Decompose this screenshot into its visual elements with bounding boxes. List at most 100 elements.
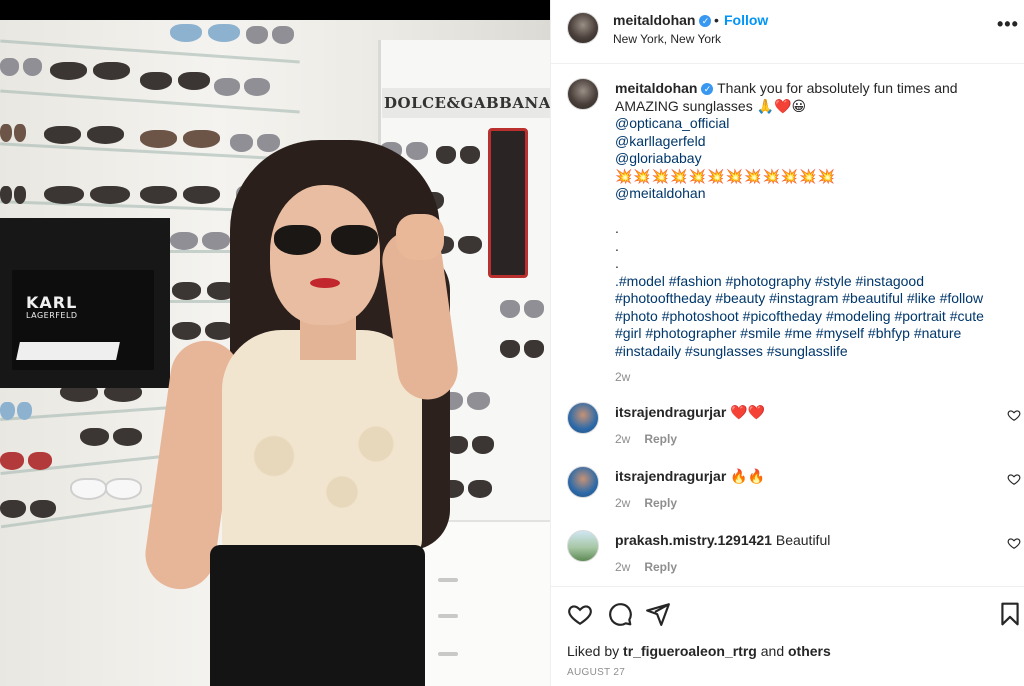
comment-text: itsrajendragurjar 🔥🔥	[615, 468, 765, 485]
caption-text: Thank you for absolutely fun times and	[717, 80, 958, 96]
person-face	[270, 185, 380, 325]
person-hand	[396, 214, 444, 260]
comment-time[interactable]: 2w	[615, 432, 630, 446]
liked-by-others-link[interactable]: others	[788, 643, 831, 659]
comment-username[interactable]: itsrajendragurjar	[615, 468, 726, 484]
logo-text-bottom: LAGERFELD	[26, 311, 78, 320]
emoji-group: 🙏❤️😀	[756, 97, 807, 114]
share-send-icon[interactable]	[645, 601, 671, 627]
sunglasses	[140, 186, 220, 204]
post-username-link[interactable]: meitaldohan ✓	[613, 12, 712, 28]
drawer-handle	[438, 578, 458, 582]
drawer-unit	[412, 520, 550, 686]
avatar[interactable]	[567, 78, 599, 110]
worn-sunglasses	[274, 225, 378, 255]
mention-link[interactable]: @opticana_official	[615, 115, 1010, 133]
follow-button[interactable]: Follow	[724, 12, 768, 28]
sunglasses	[214, 78, 270, 96]
sunglasses	[0, 58, 42, 76]
bookmark-save-icon[interactable]	[997, 601, 1023, 627]
comment-username[interactable]: prakash.mistry.1291421	[615, 532, 772, 548]
separator-dot: •	[714, 12, 719, 28]
hashtag-line[interactable]: #instadaily #sunglasses #sunglasslife	[615, 343, 1010, 361]
verified-badge-icon: ✓	[699, 15, 712, 27]
avatar[interactable]	[567, 530, 599, 562]
sunglasses	[80, 428, 142, 446]
caption-username[interactable]: meitaldohan	[615, 80, 697, 96]
dot-line: .	[615, 255, 619, 271]
hashtag-line[interactable]: #photooftheday #beauty #instagram #beaut…	[615, 290, 1010, 308]
sunglasses	[172, 282, 236, 300]
post-header: meitaldohan ✓ • Follow New York, New York…	[551, 0, 1024, 64]
sunglasses	[140, 72, 210, 90]
comment-meta: 2w Reply	[615, 432, 677, 446]
lace-pattern	[240, 420, 410, 540]
comment-meta: 2w Reply	[615, 496, 677, 510]
location-link[interactable]: New York, New York	[613, 32, 721, 46]
reply-button[interactable]: Reply	[644, 432, 677, 446]
sunglasses	[230, 134, 280, 152]
avatar[interactable]	[567, 12, 599, 44]
comment-bubble-icon[interactable]	[607, 601, 633, 627]
hashtag-line[interactable]: #photo #photoshoot #picoftheday #modelin…	[615, 308, 1010, 326]
sunglasses	[172, 322, 234, 340]
reply-button[interactable]: Reply	[644, 560, 677, 574]
sunglasses	[446, 436, 494, 454]
comment-body: Beautiful	[775, 532, 831, 548]
comment-body: 🔥🔥	[730, 468, 766, 484]
heart-outline-icon[interactable]	[1007, 472, 1021, 486]
comment-time[interactable]: 2w	[615, 496, 630, 510]
comment-text: prakash.mistry.1291421 Beautiful	[615, 532, 830, 548]
reply-button[interactable]: Reply	[644, 496, 677, 510]
emoji-row: 💥💥💥💥💥💥💥💥💥💥💥💥	[615, 167, 837, 184]
avatar[interactable]	[567, 466, 599, 498]
comment-meta: 2w Reply	[615, 560, 677, 574]
sunglasses	[70, 478, 142, 500]
sunglasses	[44, 126, 124, 144]
sunglasses	[246, 26, 294, 44]
post-date[interactable]: AUGUST 27	[567, 667, 625, 678]
comment-time[interactable]: 2w	[615, 560, 630, 574]
comment-body: ❤️❤️	[730, 404, 766, 420]
photo-top-bar	[0, 0, 550, 20]
brand-sign: DOLCE&GABBANA	[382, 88, 550, 118]
comment-text: itsrajendragurjar ❤️❤️	[615, 404, 765, 421]
sunglasses	[0, 452, 52, 470]
heart-outline-icon[interactable]	[1007, 536, 1021, 550]
display-stand	[16, 342, 120, 360]
sunglasses	[500, 340, 544, 358]
verified-badge-icon: ✓	[701, 83, 714, 95]
action-bar: Liked by tr_figueroaleon_rtrg and others…	[551, 586, 1024, 686]
comment: itsrajendragurjar 🔥🔥 2w Reply	[567, 466, 1021, 526]
sunglasses	[0, 402, 32, 420]
caption-line: meitaldohan ✓ Thank you for absolutely fu…	[615, 80, 1010, 98]
comment-username[interactable]: itsrajendragurjar	[615, 404, 726, 420]
sunglasses	[170, 232, 230, 250]
liked-by-and: and	[760, 643, 785, 659]
mention-link[interactable]: @meitaldohan	[615, 185, 1010, 203]
caption-text: AMAZING sunglasses	[615, 97, 753, 114]
post-photo[interactable]: DOLCE&GABBANA KARL LAGERFELD	[0, 0, 550, 686]
sunglasses	[0, 124, 26, 142]
person-pants	[210, 545, 425, 686]
heart-outline-icon[interactable]	[1007, 408, 1021, 422]
like-heart-icon[interactable]	[567, 601, 593, 627]
comment: itsrajendragurjar ❤️❤️ 2w Reply	[567, 402, 1021, 462]
hashtag-line[interactable]: #girl #photographer #smile #me #myself #…	[615, 325, 1010, 343]
liked-by-user-link[interactable]: tr_figueroaleon_rtrg	[623, 643, 757, 659]
more-options-icon[interactable]: •••	[997, 14, 1019, 35]
sunglasses	[436, 146, 480, 164]
person-lips	[310, 278, 340, 288]
hashtag-line[interactable]: .#model #fashion #photography #style #in…	[615, 273, 1010, 291]
sunglasses	[140, 130, 220, 148]
mention-link[interactable]: @gloriababay	[615, 150, 1010, 168]
display-mirror	[488, 128, 528, 278]
comment: prakash.mistry.1291421 Beautiful 2w Reply	[567, 530, 1021, 590]
caption-line: AMAZING sunglasses 🙏❤️😀	[615, 98, 1010, 116]
sunglasses	[500, 300, 544, 318]
caption-timestamp[interactable]: 2w	[615, 369, 1010, 387]
avatar[interactable]	[567, 402, 599, 434]
sunglasses	[170, 24, 240, 42]
mention-link[interactable]: @karllagerfeld	[615, 133, 1010, 151]
